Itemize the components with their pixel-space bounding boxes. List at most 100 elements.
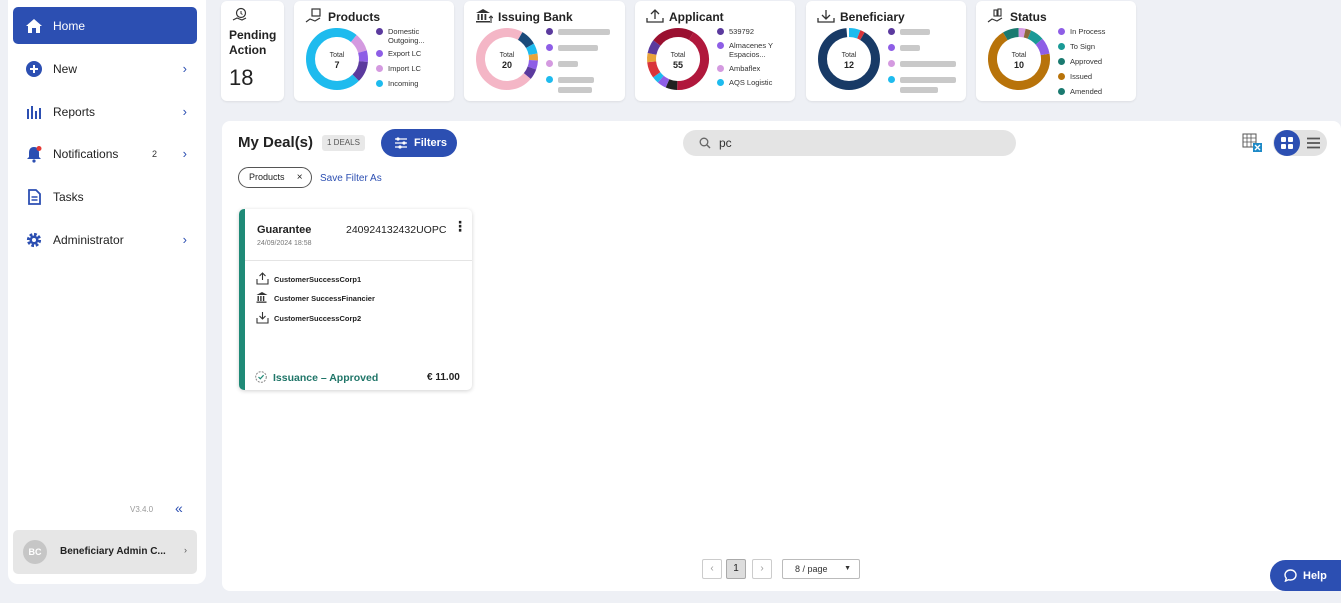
sidebar-item-administrator[interactable]: Administrator › [13, 221, 197, 258]
deal-type: Guarantee [257, 224, 312, 236]
deal-id: 240924132432UOPC [346, 224, 447, 236]
legend-item[interactable]: Import LC [376, 64, 456, 73]
export-excel-icon[interactable] [1242, 133, 1263, 153]
list-view-icon[interactable] [1307, 137, 1320, 149]
products-total: 7 [334, 60, 339, 70]
donut-total-label: Total [1012, 52, 1027, 59]
products-legend: Domestic Outgoing... Export LC Import LC… [376, 27, 456, 94]
sidebar: Home New › Reports › Notifications 2 › T… [8, 0, 206, 584]
legend-item[interactable] [888, 43, 968, 52]
more-options-icon[interactable]: ⋮ [453, 219, 467, 233]
sidebar-item-notifications[interactable]: Notifications 2 › [13, 135, 197, 172]
sidebar-item-label: Notifications [53, 146, 119, 161]
status-donut-chart[interactable]: Total 10 [986, 26, 1052, 92]
bell-icon [27, 146, 42, 163]
legend-item[interactable]: Approved [1058, 57, 1138, 66]
deal-card[interactable]: Guarantee 240924132432UOPC 24/09/2024 18… [239, 209, 472, 390]
close-icon[interactable]: × [297, 168, 303, 187]
status-summary-card[interactable]: Status Total 10 In Process To Sign Appro… [976, 1, 1136, 101]
legend-item[interactable]: Issued [1058, 72, 1138, 81]
status-title: Status [1010, 10, 1047, 24]
legend-item[interactable] [888, 59, 968, 68]
sidebar-item-tasks[interactable]: Tasks [13, 178, 197, 215]
previous-page-button[interactable]: ‹ [702, 559, 722, 579]
beneficiary-summary-card[interactable]: Beneficiary Total 12 [806, 1, 966, 101]
sliders-icon [395, 137, 407, 149]
upload-tray-icon [646, 9, 664, 23]
pending-action-card[interactable]: Pending Action 18 [221, 1, 284, 101]
plus-circle-icon [26, 61, 42, 77]
chat-bubble-icon [1284, 569, 1297, 582]
upload-tray-icon [256, 272, 269, 285]
chevron-right-icon: › [182, 61, 187, 76]
sidebar-item-label: Reports [53, 104, 96, 119]
redacted-text [558, 77, 594, 84]
legend-item[interactable] [888, 27, 968, 36]
collapse-sidebar-icon[interactable]: « [175, 500, 183, 516]
products-donut-chart[interactable]: Total 7 [304, 26, 370, 92]
legend-item[interactable]: Amended [1058, 87, 1138, 96]
next-page-button[interactable]: › [752, 559, 772, 579]
search-icon [699, 137, 711, 149]
bank-icon [256, 292, 268, 303]
sidebar-item-reports[interactable]: Reports › [13, 93, 197, 130]
grid-icon [1281, 137, 1293, 149]
help-button[interactable]: Help [1270, 560, 1341, 591]
legend-item[interactable]: In Process [1058, 27, 1138, 36]
beneficiary-donut-chart[interactable]: Total 12 [816, 26, 882, 92]
legend-item[interactable] [546, 59, 626, 68]
legend-item[interactable]: Almacenes Y Espacios... [717, 41, 797, 59]
approved-check-icon [255, 371, 267, 383]
app-version: V3.4.0 [130, 505, 154, 514]
page-size-select[interactable]: 8 / page ▼ [782, 559, 860, 579]
legend-item[interactable]: Export LC [376, 49, 456, 58]
search-box[interactable] [683, 130, 1016, 156]
products-summary-card[interactable]: Products Total 7 Domestic Outgoing... Ex… [294, 1, 454, 101]
issuing-bank-title: Issuing Bank [498, 10, 573, 24]
applicant-donut-chart[interactable]: Total 55 [645, 26, 711, 92]
applicant-total: 55 [673, 60, 683, 70]
chevron-right-icon: › [182, 232, 187, 247]
legend-item[interactable]: To Sign [1058, 42, 1138, 51]
search-input[interactable] [719, 135, 999, 151]
issuing-bank-summary-card[interactable]: Issuing Bank Total 20 [464, 1, 625, 101]
beneficiary-total: 12 [844, 60, 854, 70]
redacted-text [900, 87, 938, 94]
legend-item[interactable] [546, 43, 626, 52]
filters-button[interactable]: Filters [381, 129, 457, 157]
download-tray-icon [256, 312, 269, 324]
user-profile-button[interactable]: BC Beneficiary Admin C... › [13, 530, 197, 574]
legend-item[interactable]: 539792 [717, 27, 797, 36]
beneficiary-legend [888, 27, 968, 99]
chevron-down-icon: ▼ [844, 565, 851, 572]
home-icon [26, 19, 42, 33]
sidebar-item-new[interactable]: New › [13, 50, 197, 87]
legend-item[interactable] [546, 27, 626, 36]
legend-item[interactable]: AQS Logistic [717, 78, 797, 87]
deal-status-bar [239, 209, 245, 390]
sidebar-item-home[interactable]: Home [13, 7, 197, 44]
grid-view-button[interactable] [1274, 130, 1300, 156]
page-size-value: 8 / page [795, 564, 828, 574]
gear-icon [26, 232, 42, 248]
legend-item[interactable]: Domestic Outgoing... [376, 27, 456, 45]
filter-chip-products: Products × [238, 167, 312, 188]
issuing-bank-donut-chart[interactable]: Total 20 [474, 26, 540, 92]
deal-status: Issuance – Approved [273, 372, 379, 384]
legend-item[interactable]: Incoming [376, 79, 456, 88]
filters-label: Filters [414, 137, 448, 149]
sidebar-item-label: Administrator [53, 232, 124, 247]
products-title: Products [328, 10, 381, 24]
save-filter-as-link[interactable]: Save Filter As [320, 173, 382, 184]
pending-action-label: Action [229, 43, 267, 57]
legend-item[interactable]: Ambaflex [717, 64, 797, 73]
legend-item[interactable] [546, 75, 626, 94]
page-title: My Deal(s) [238, 134, 314, 151]
status-legend: In Process To Sign Approved Issued Amend… [1058, 27, 1138, 102]
page-number-button[interactable]: 1 [726, 559, 746, 579]
applicant-summary-card[interactable]: Applicant Total 55 539792 Almacenes Y Es… [635, 1, 795, 101]
applicant-legend: 539792 Almacenes Y Espacios... Ambaflex … [717, 27, 797, 93]
hand-clock-icon [232, 7, 247, 21]
legend-item[interactable] [888, 75, 968, 94]
bar-chart-icon [27, 106, 41, 119]
